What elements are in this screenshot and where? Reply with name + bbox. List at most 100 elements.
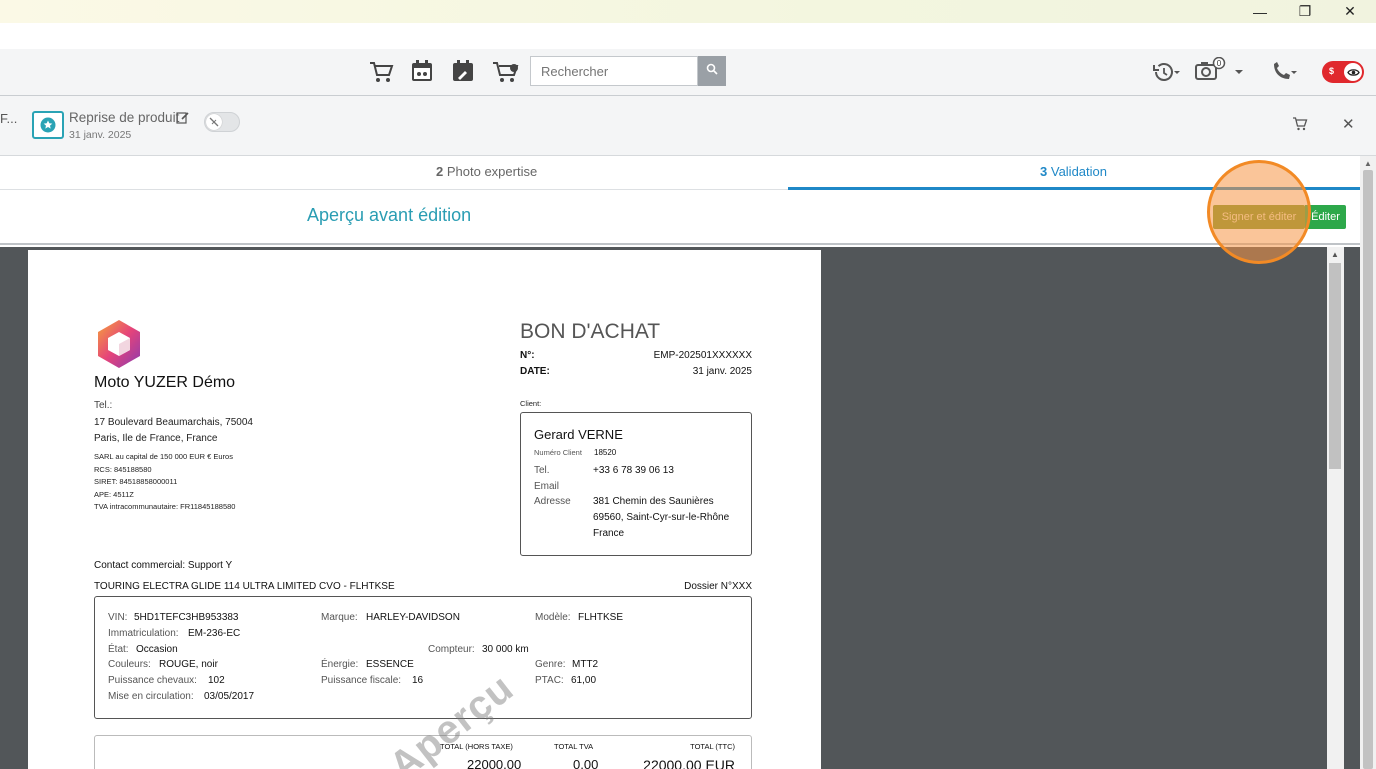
client-tel-label: Tel. [534,465,550,476]
fiscal-power-value: 16 [412,675,424,686]
colors-value: ROUGE, noir [159,659,218,670]
vehicle-details-box: VIN: 5HD1TEFC3HB953383 Marque: HARLEY-DA… [94,596,752,719]
page-scrollbar[interactable]: ▲ [1360,156,1376,769]
client-name: Gerard VERNE [534,427,623,442]
blank-strip [0,23,1376,49]
viewer-scrollbar-thumb[interactable] [1329,263,1341,469]
colors-label: Couleurs: [108,659,151,670]
history-icon[interactable] [1152,61,1182,83]
date-value: 31 janv. 2025 [692,366,752,377]
search-button[interactable] [698,56,726,86]
genre-value: MTT2 [572,659,599,670]
search-icon [706,62,718,80]
document-header: F... Reprise de produit 31 janv. 2025 ✕ [0,96,1376,156]
mileage-value: 30 000 km [482,644,529,655]
company-logo [96,319,142,369]
company-name: Moto YUZER Démo [94,374,236,391]
legal-siret: SIRET: 84518858000011 [94,477,178,486]
scroll-up-icon[interactable]: ▲ [1331,250,1339,259]
document-date: 31 janv. 2025 [69,129,132,141]
mileage-label: Compteur: [428,644,475,655]
client-tel: +33 6 78 39 06 13 [593,465,674,476]
client-number: 18520 [594,448,617,457]
page-scrollbar-thumb[interactable] [1363,170,1373,769]
client-box: Gerard VERNE Numéro Client 18520 Tel. +3… [520,412,752,556]
client-address-3: France [593,528,625,539]
model-value: FLHTKSE [578,612,624,623]
close-window-button[interactable]: ✕ [1327,0,1373,23]
camera-icon[interactable]: 0 [1195,56,1245,80]
dossier-number: Dossier N°XXX [684,581,752,592]
client-label: Client: [520,399,542,408]
sales-contact: Contact commercial: Support Y [94,560,233,571]
legal-rcs: RCS: 845188580 [94,465,152,474]
company-tel: Tel.: [94,400,113,411]
horsepower-value: 102 [208,675,225,686]
client-email-label: Email [534,481,560,492]
energy-value: ESSENCE [366,659,414,670]
preview-title: Aperçu avant édition [307,205,472,225]
document-page: Moto YUZER Démo Tel.: 17 Boulevard Beaum… [28,250,821,769]
star-folder-icon [32,111,64,139]
document-title: Reprise de produit [69,110,180,125]
brand-value: HARLEY-DAVIDSON [366,612,460,623]
edit-icon[interactable] [176,111,189,129]
registration-value: EM-236-EC [188,628,241,639]
ptac-label: PTAC: [535,675,564,686]
client-address-1: 381 Chemin des Saunières [593,496,714,507]
vin-value: 5HD1TEFC3HB953383 [134,612,239,623]
moto-cart-icon[interactable] [492,59,519,85]
preview-header: Aperçu avant édition Signer et éditer Éd… [0,190,1360,245]
condition-label: État: [108,644,129,655]
svg-text:0: 0 [1217,59,1222,68]
client-address-label: Adresse [534,496,571,507]
legal-ape: APE: 4511Z [94,490,134,499]
main-toolbar: 0 $ [0,49,1376,96]
slash-icon [206,114,222,130]
total-ttc-label: TOTAL (TTC) [690,742,735,751]
genre-label: Genre: [535,659,566,670]
number-value: EMP-202501XXXXXX [653,350,752,361]
model-label: Modèle: [535,612,571,623]
company-address-1: 17 Boulevard Beaumarchais, 75004 [94,417,253,428]
registration-label: Immatriculation: [108,628,179,639]
cart-icon[interactable] [368,59,394,85]
total-ttc-value: 22000,00 EUR [643,757,735,769]
disabled-toggle[interactable] [204,112,240,132]
edit-button[interactable]: Éditer [1305,205,1346,229]
tab-validation[interactable]: 3 Validation [1040,164,1107,179]
dollar-icon: $ [1329,66,1335,76]
minimize-button[interactable]: — [1237,0,1283,23]
fiscal-power-label: Puissance fiscale: [321,675,402,686]
phone-icon[interactable] [1270,61,1300,83]
first-registration-value: 03/05/2017 [204,691,255,702]
close-icon[interactable]: ✕ [1342,115,1355,133]
vin-label: VIN: [108,612,128,623]
cart-icon[interactable] [1292,117,1308,136]
repair-icon[interactable] [451,59,477,85]
eye-icon [1344,63,1362,81]
horsepower-label: Puissance chevaux: [108,675,197,686]
wizard-steps: 2 Photo expertise 3 Validation [0,156,1360,190]
total-ht-value: 22000,00 [467,757,522,769]
search-input[interactable] [530,56,698,86]
calendar-icon[interactable] [410,59,436,85]
viewer-scrollbar[interactable]: ▲ [1327,247,1344,769]
brand-label: Marque: [321,612,358,623]
previous-tab[interactable]: F... [0,111,17,126]
legal-capital: SARL au capital de 150 000 EUR € Euros [94,452,233,461]
sign-and-edit-button[interactable]: Signer et éditer [1213,205,1305,229]
price-visibility-toggle[interactable]: $ [1322,61,1364,83]
total-tva-label: TOTAL TVA [554,742,594,751]
window-title-bar: — ❐ ✕ [0,0,1376,23]
maximize-button[interactable]: ❐ [1282,0,1328,23]
first-registration-label: Mise en circulation: [108,691,194,702]
energy-label: Énergie: [321,659,359,670]
legal-tva: TVA intracommunautaire: FR11845188580 [94,502,236,511]
client-number-label: Numéro Client [534,448,582,457]
scroll-up-icon[interactable]: ▲ [1364,159,1372,168]
date-label: DATE: [520,366,550,377]
document-type-title: BON D'ACHAT [520,320,661,343]
company-address-2: Paris, Ile de France, France [94,433,218,444]
tab-photo-expertise[interactable]: 2 Photo expertise [436,164,537,179]
